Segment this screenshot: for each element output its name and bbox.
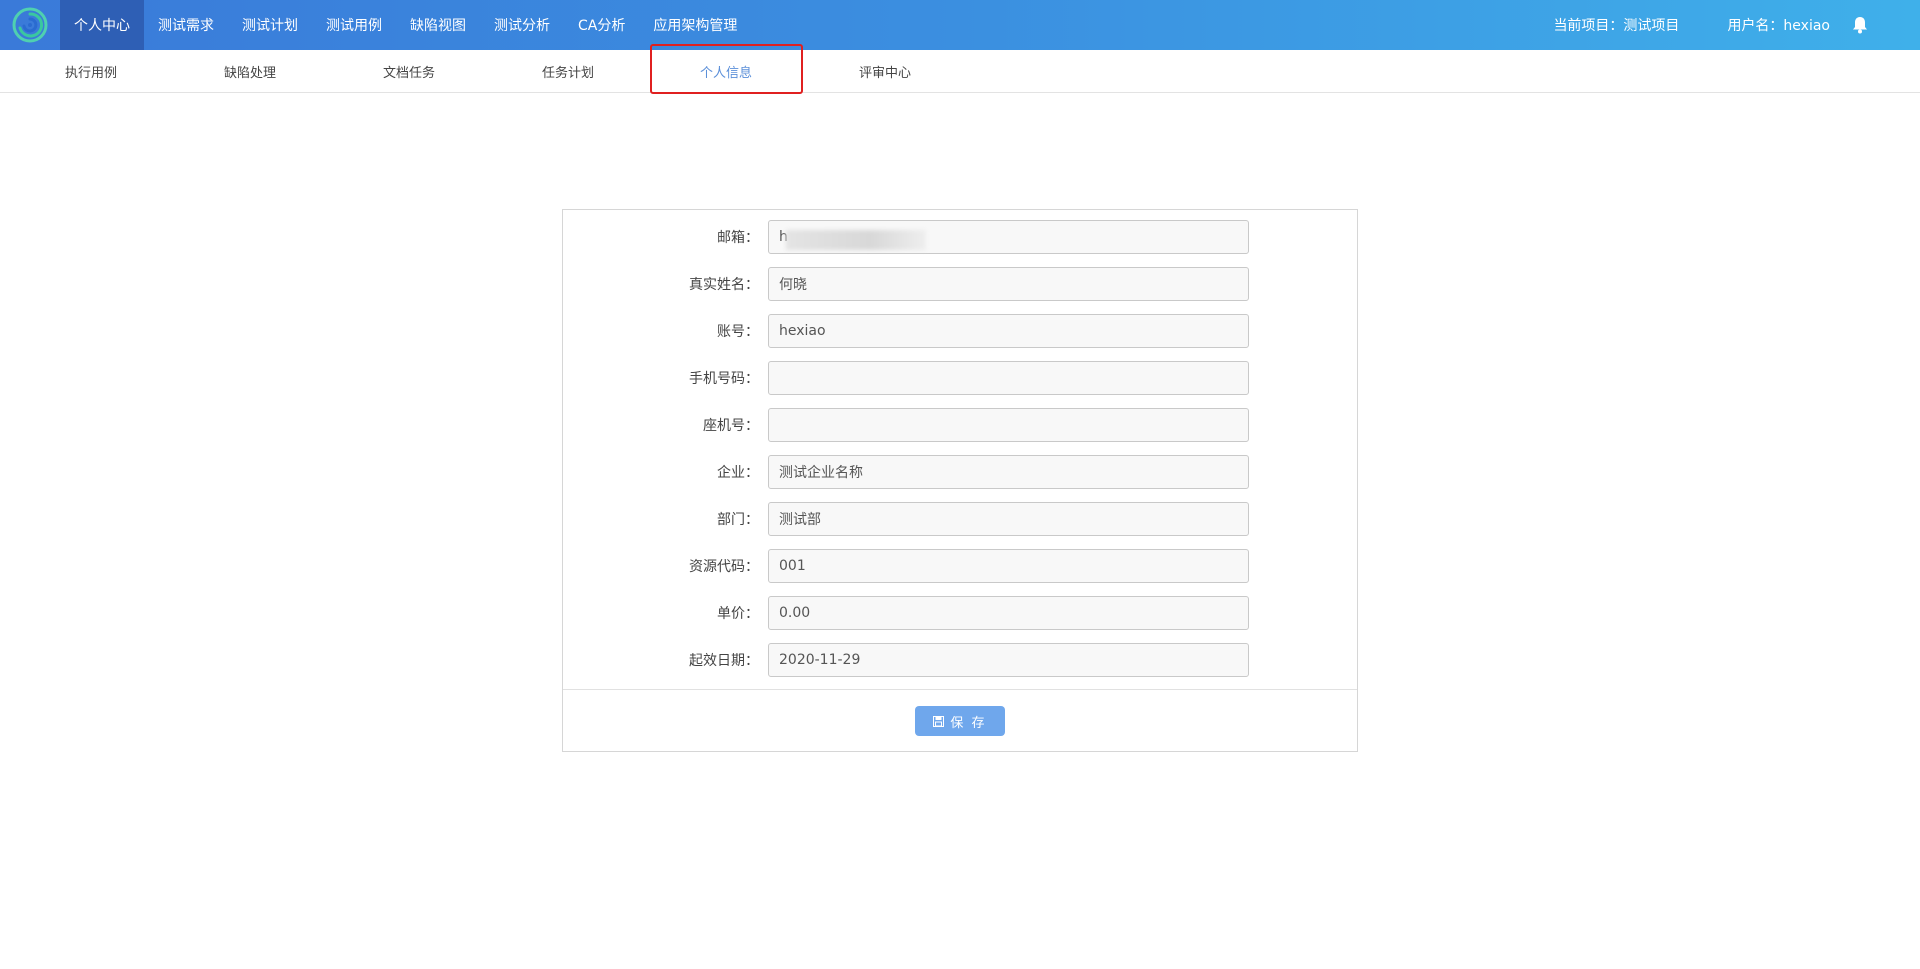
- form-divider: [563, 689, 1357, 690]
- mobile-label: 手机号码：: [689, 371, 759, 387]
- form-row-effective-date: 起效日期：: [563, 643, 1359, 677]
- landline-label: 座机号：: [703, 418, 759, 434]
- landline-field[interactable]: [768, 408, 1249, 442]
- form-row-mobile: 手机号码：: [563, 361, 1359, 395]
- tab-task-plan[interactable]: 任务计划: [542, 50, 594, 93]
- nav-item-test-requirements[interactable]: 测试需求: [144, 0, 228, 50]
- unit-price-label: 单价：: [717, 606, 759, 622]
- nav-item-personal-center[interactable]: 个人中心: [60, 0, 144, 50]
- tab-execute-cases[interactable]: 执行用例: [65, 50, 117, 93]
- tab-personal-info[interactable]: 个人信息: [700, 50, 752, 93]
- effective-date-label: 起效日期：: [689, 653, 759, 669]
- top-navigation-bar: 个人中心 测试需求 测试计划 测试用例 缺陷视图 测试分析 CA分析 应用架构管…: [0, 0, 1920, 50]
- form-row-account: 账号：: [563, 314, 1359, 348]
- nav-item-ca-analysis[interactable]: CA分析: [564, 0, 639, 50]
- current-project-label[interactable]: 当前项目：测试项目: [1553, 15, 1679, 35]
- form-row-resource-code: 资源代码：: [563, 549, 1359, 583]
- nav-item-test-cases[interactable]: 测试用例: [312, 0, 396, 50]
- effective-date-field[interactable]: [768, 643, 1249, 677]
- form-row-email: 邮箱：: [563, 220, 1359, 254]
- unit-price-field[interactable]: [768, 596, 1249, 630]
- form-row-real-name: 真实姓名：: [563, 267, 1359, 301]
- main-nav: 个人中心 测试需求 测试计划 测试用例 缺陷视图 测试分析 CA分析 应用架构管…: [60, 0, 751, 50]
- account-field[interactable]: [768, 314, 1249, 348]
- resource-code-label: 资源代码：: [689, 559, 759, 575]
- topbar-right: 当前项目：测试项目 用户名：hexiao: [1553, 0, 1920, 50]
- nav-item-app-architecture[interactable]: 应用架构管理: [639, 0, 751, 50]
- email-field[interactable]: [768, 220, 1249, 254]
- mobile-field[interactable]: [768, 361, 1249, 395]
- save-button[interactable]: 保 存: [915, 706, 1005, 736]
- save-button-label: 保 存: [950, 715, 987, 731]
- real-name-field[interactable]: [768, 267, 1249, 301]
- floppy-disk-icon: [933, 715, 945, 727]
- email-label: 邮箱：: [717, 230, 759, 246]
- nav-item-test-plan[interactable]: 测试计划: [228, 0, 312, 50]
- real-name-label: 真实姓名：: [689, 277, 759, 293]
- form-row-unit-price: 单价：: [563, 596, 1359, 630]
- tab-document-tasks[interactable]: 文档任务: [383, 50, 435, 93]
- company-field[interactable]: [768, 455, 1249, 489]
- resource-code-field[interactable]: [768, 549, 1249, 583]
- username-label[interactable]: 用户名：hexiao: [1727, 15, 1830, 35]
- form-row-department: 部门：: [563, 502, 1359, 536]
- bell-icon[interactable]: [1852, 16, 1870, 34]
- account-label: 账号：: [717, 324, 759, 340]
- form-row-landline: 座机号：: [563, 408, 1359, 442]
- nav-item-test-analysis[interactable]: 测试分析: [480, 0, 564, 50]
- department-field[interactable]: [768, 502, 1249, 536]
- sub-navigation: 执行用例 缺陷处理 文档任务 任务计划 个人信息 评审中心: [0, 50, 1920, 93]
- form-row-company: 企业：: [563, 455, 1359, 489]
- department-label: 部门：: [717, 512, 759, 528]
- tab-defect-handling[interactable]: 缺陷处理: [224, 50, 276, 93]
- company-label: 企业：: [717, 465, 759, 481]
- tab-review-center[interactable]: 评审中心: [859, 50, 911, 93]
- nav-item-defect-view[interactable]: 缺陷视图: [396, 0, 480, 50]
- personal-info-form: 邮箱： 真实姓名： 账号： 手机号码： 座机号： 企业： 部门： 资源代码： 单…: [562, 209, 1358, 752]
- swirl-logo-icon[interactable]: [0, 0, 60, 50]
